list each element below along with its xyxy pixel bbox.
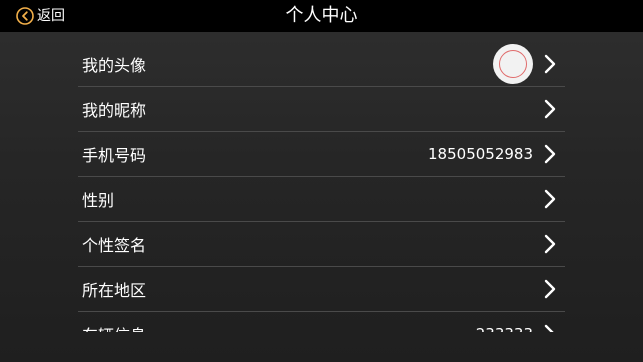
avatar[interactable] <box>493 44 533 84</box>
row-label-gender: 性别 <box>82 191 115 210</box>
row-value-phone: 18505052983 <box>428 145 533 163</box>
chevron-right-icon <box>544 54 556 74</box>
chevron-right-icon <box>544 234 556 254</box>
chevron-right-icon <box>544 189 556 209</box>
chevron-right-icon <box>544 99 556 119</box>
chevron-right-icon <box>544 324 554 332</box>
back-label: 返回 <box>37 8 65 24</box>
row-avatar[interactable]: 我的头像 <box>78 42 565 87</box>
back-button[interactable]: 返回 <box>16 5 65 27</box>
chevron-right-icon <box>544 279 556 299</box>
row-phone-number[interactable]: 手机号码 18505052983 <box>78 132 565 177</box>
chevron-right-icon <box>544 144 556 164</box>
row-signature[interactable]: 个性签名 <box>78 222 565 267</box>
row-label-nickname: 我的昵称 <box>82 101 147 120</box>
row-label-vehicle: 车辆信息 <box>82 322 476 332</box>
avatar-ring <box>499 50 527 78</box>
row-label-region: 所在地区 <box>82 281 147 300</box>
profile-settings-list: 我的头像 我的昵称 手机号码 18505052983 性别 个性签名 所在地区 <box>78 42 565 332</box>
row-label-avatar: 我的头像 <box>82 56 147 75</box>
row-nickname[interactable]: 我的昵称 <box>78 87 565 132</box>
row-vehicle-info[interactable]: 车辆信息 233333 <box>78 312 565 332</box>
row-region[interactable]: 所在地区 <box>78 267 565 312</box>
row-value-vehicle: 233333 <box>476 325 533 332</box>
page-title: 个人中心 <box>285 5 358 26</box>
row-gender[interactable]: 性别 <box>78 177 565 222</box>
chevron-left-circle-icon <box>16 7 34 25</box>
row-label-signature: 个性签名 <box>82 236 147 255</box>
top-navigation-bar: 返回 个人中心 <box>0 0 643 32</box>
row-label-phone: 手机号码 <box>82 146 147 165</box>
